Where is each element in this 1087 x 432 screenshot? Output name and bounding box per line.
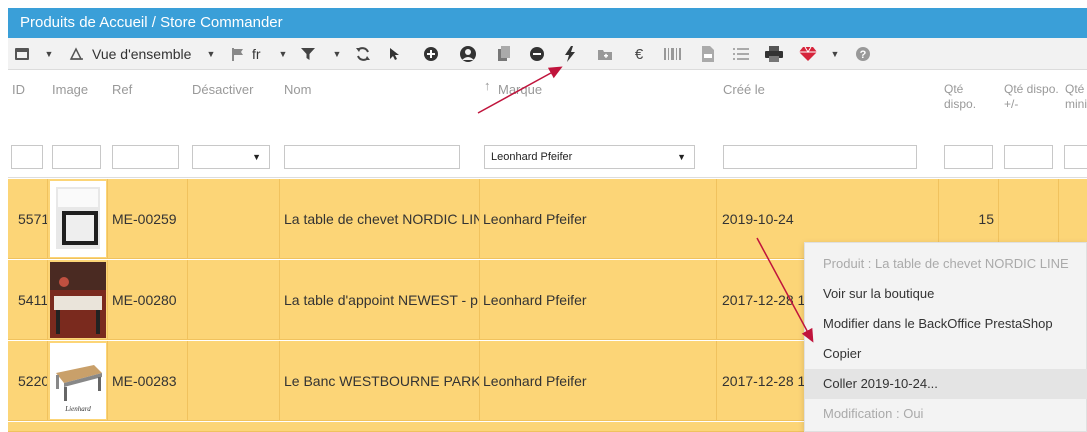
context-menu: Produit : La table de chevet NORDIC LINE…: [804, 242, 1087, 432]
chevron-down-icon: ▼: [677, 152, 686, 162]
table-icon[interactable]: [68, 44, 84, 64]
menu-item-edit-backoffice[interactable]: Modifier dans le BackOffice PrestaShop: [805, 309, 1087, 339]
cell-nom: Le Banc WESTBOURNE PARK: [280, 341, 480, 421]
column-desactiver[interactable]: Désactiver: [192, 82, 253, 97]
menu-item-copy[interactable]: Copier: [805, 339, 1087, 369]
filter-ref[interactable]: [112, 145, 179, 169]
column-ref[interactable]: Ref: [112, 82, 132, 97]
menu-item-product: Produit : La table de chevet NORDIC LINE: [823, 256, 1069, 271]
cell-desactiver: [188, 179, 280, 259]
product-image: [50, 262, 106, 338]
cell-image: [48, 260, 108, 340]
cell-ref: ME-00259: [108, 179, 188, 259]
cell-desactiver: [188, 341, 280, 421]
sort-arrow-icon: ↑: [484, 78, 491, 93]
filter-cree[interactable]: [723, 145, 917, 169]
filter-image[interactable]: [52, 145, 101, 169]
csv-icon[interactable]: [700, 44, 716, 64]
svg-text:Lienhard: Lienhard: [64, 405, 91, 413]
cell-nom: La table d'appoint NEWEST - p: [280, 260, 480, 340]
column-cree[interactable]: Créé le: [723, 82, 765, 97]
cursor-icon[interactable]: [388, 44, 402, 64]
minus-icon[interactable]: [528, 44, 546, 64]
cell-image: Lienhard: [48, 341, 108, 421]
euro-icon[interactable]: €: [632, 44, 646, 64]
cell-id: 5220: [8, 341, 48, 421]
cell-nom: La table de chevet NORDIC LINE: [280, 179, 480, 259]
menu-icon[interactable]: [14, 44, 30, 64]
menu-item-view-shop[interactable]: Voir sur la boutique: [805, 279, 1087, 309]
chevron-down-icon[interactable]: ▼: [206, 44, 216, 64]
filter-qte-dispo-pm[interactable]: [1004, 145, 1053, 169]
window-title: Produits de Accueil / Store Commander: [8, 8, 1087, 38]
chevron-down-icon[interactable]: ▼: [332, 44, 342, 64]
cell-marque: Leonhard Pfeifer: [480, 179, 717, 259]
cell-marque: Leonhard Pfeifer: [480, 341, 717, 421]
column-nom[interactable]: Nom: [284, 82, 311, 97]
product-image: [50, 181, 106, 257]
flag-icon[interactable]: [230, 44, 246, 64]
cell-ref: ME-00280: [108, 260, 188, 340]
chevron-down-icon[interactable]: ▼: [830, 44, 840, 64]
chevron-down-icon[interactable]: ▼: [278, 44, 288, 64]
refresh-icon[interactable]: [354, 44, 372, 64]
filter-id[interactable]: [11, 145, 43, 169]
toolbar: ▼ Vue d'ensemble ▼ fr ▼ ▼ € ▼ ?: [8, 38, 1087, 70]
menu-item-paste[interactable]: Coller 2019-10-24...: [805, 369, 1087, 399]
add-icon[interactable]: [422, 44, 440, 64]
svg-text:?: ?: [860, 49, 867, 61]
column-qte-dispo-pm[interactable]: Qté dispo. +/-: [1004, 82, 1060, 112]
cell-desactiver: [188, 260, 280, 340]
column-qte-dispo[interactable]: Qté dispo.: [944, 82, 992, 112]
product-image: Lienhard: [50, 343, 106, 419]
filter-marque[interactable]: Leonhard Pfeifer ▼: [484, 145, 695, 169]
cell-id: 5571: [8, 179, 48, 259]
filter-desactiver[interactable]: ▼: [192, 145, 270, 169]
filter-marque-value: Leonhard Pfeifer: [491, 151, 573, 163]
column-qte-mini[interactable]: Qté mini: [1065, 82, 1087, 112]
cell-id: 5411: [8, 260, 48, 340]
filter-icon[interactable]: [300, 44, 316, 64]
filter-nom[interactable]: [284, 145, 460, 169]
column-image[interactable]: Image: [52, 82, 88, 97]
chevron-down-icon[interactable]: ▼: [44, 44, 54, 64]
column-marque[interactable]: Marque: [498, 82, 542, 97]
language-select[interactable]: fr: [252, 44, 268, 64]
cell-image: [48, 179, 108, 259]
view-select[interactable]: Vue d'ensemble: [92, 44, 196, 64]
list-icon[interactable]: [732, 44, 750, 64]
barcode-icon[interactable]: [662, 44, 684, 64]
copy-icon[interactable]: [496, 44, 512, 64]
lightning-icon[interactable]: [563, 44, 577, 64]
cell-ref: ME-00283: [108, 341, 188, 421]
column-id[interactable]: ID: [12, 82, 25, 97]
print-icon[interactable]: [764, 44, 784, 64]
filter-qte-dispo[interactable]: [944, 145, 993, 169]
help-icon[interactable]: ?: [854, 44, 872, 64]
filter-qte-mini[interactable]: [1064, 145, 1087, 169]
add-folder-icon[interactable]: [596, 44, 614, 64]
gem-icon[interactable]: [798, 44, 818, 64]
cell-marque: Leonhard Pfeifer: [480, 260, 717, 340]
menu-item-modification: Modification : Oui: [823, 406, 924, 421]
user-settings-icon[interactable]: [458, 44, 478, 64]
chevron-down-icon: ▼: [252, 152, 261, 162]
